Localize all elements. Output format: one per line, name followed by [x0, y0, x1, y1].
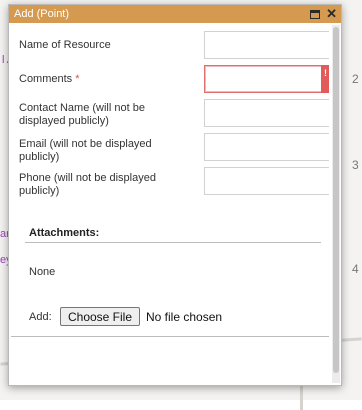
file-status-text: No file chosen: [146, 310, 223, 324]
map-number: 3: [352, 158, 359, 172]
error-flag-icon: !: [321, 65, 329, 93]
attachments-title: Attachments:: [29, 227, 100, 239]
dialog-body: Name of Resource Comments * ! Contact Na…: [9, 23, 329, 385]
window-controls: ✕: [310, 7, 337, 20]
comments-label-text: Comments: [19, 73, 73, 85]
add-point-dialog: Add (Point) ✕ Name of Resource Comments …: [8, 4, 342, 386]
field-label-name-of-resource: Name of Resource: [19, 39, 111, 51]
field-label-contact-name: Contact Name (will not be displayed publ…: [19, 102, 145, 127]
close-icon[interactable]: ✕: [326, 7, 337, 20]
phone-input[interactable]: [204, 167, 329, 195]
required-marker: *: [75, 73, 80, 85]
attachments-divider: [25, 242, 321, 243]
scrollbar-thumb[interactable]: [333, 27, 339, 373]
email-input[interactable]: [204, 133, 329, 161]
add-attachment-label: Add:: [29, 311, 52, 323]
dialog-titlebar[interactable]: Add (Point) ✕: [9, 5, 341, 23]
contact-name-input[interactable]: [204, 99, 329, 127]
map-number: 2: [352, 72, 359, 86]
comments-input[interactable]: !: [204, 65, 329, 93]
field-label-phone: Phone (will not be displayed publicly): [19, 172, 156, 197]
dialog-title: Add (Point): [14, 8, 70, 20]
field-label-comments: Comments *: [19, 73, 199, 86]
attachments-empty-text: None: [29, 266, 56, 278]
field-label-email: Email (will not be displayed publicly): [19, 138, 152, 163]
maximize-icon[interactable]: [310, 9, 321, 19]
choose-file-button[interactable]: Choose File: [60, 307, 140, 326]
map-number: 4: [352, 262, 359, 276]
form-bottom-divider: [11, 336, 329, 337]
dialog-scrollbar[interactable]: [332, 25, 340, 383]
name-of-resource-input[interactable]: [204, 31, 329, 59]
